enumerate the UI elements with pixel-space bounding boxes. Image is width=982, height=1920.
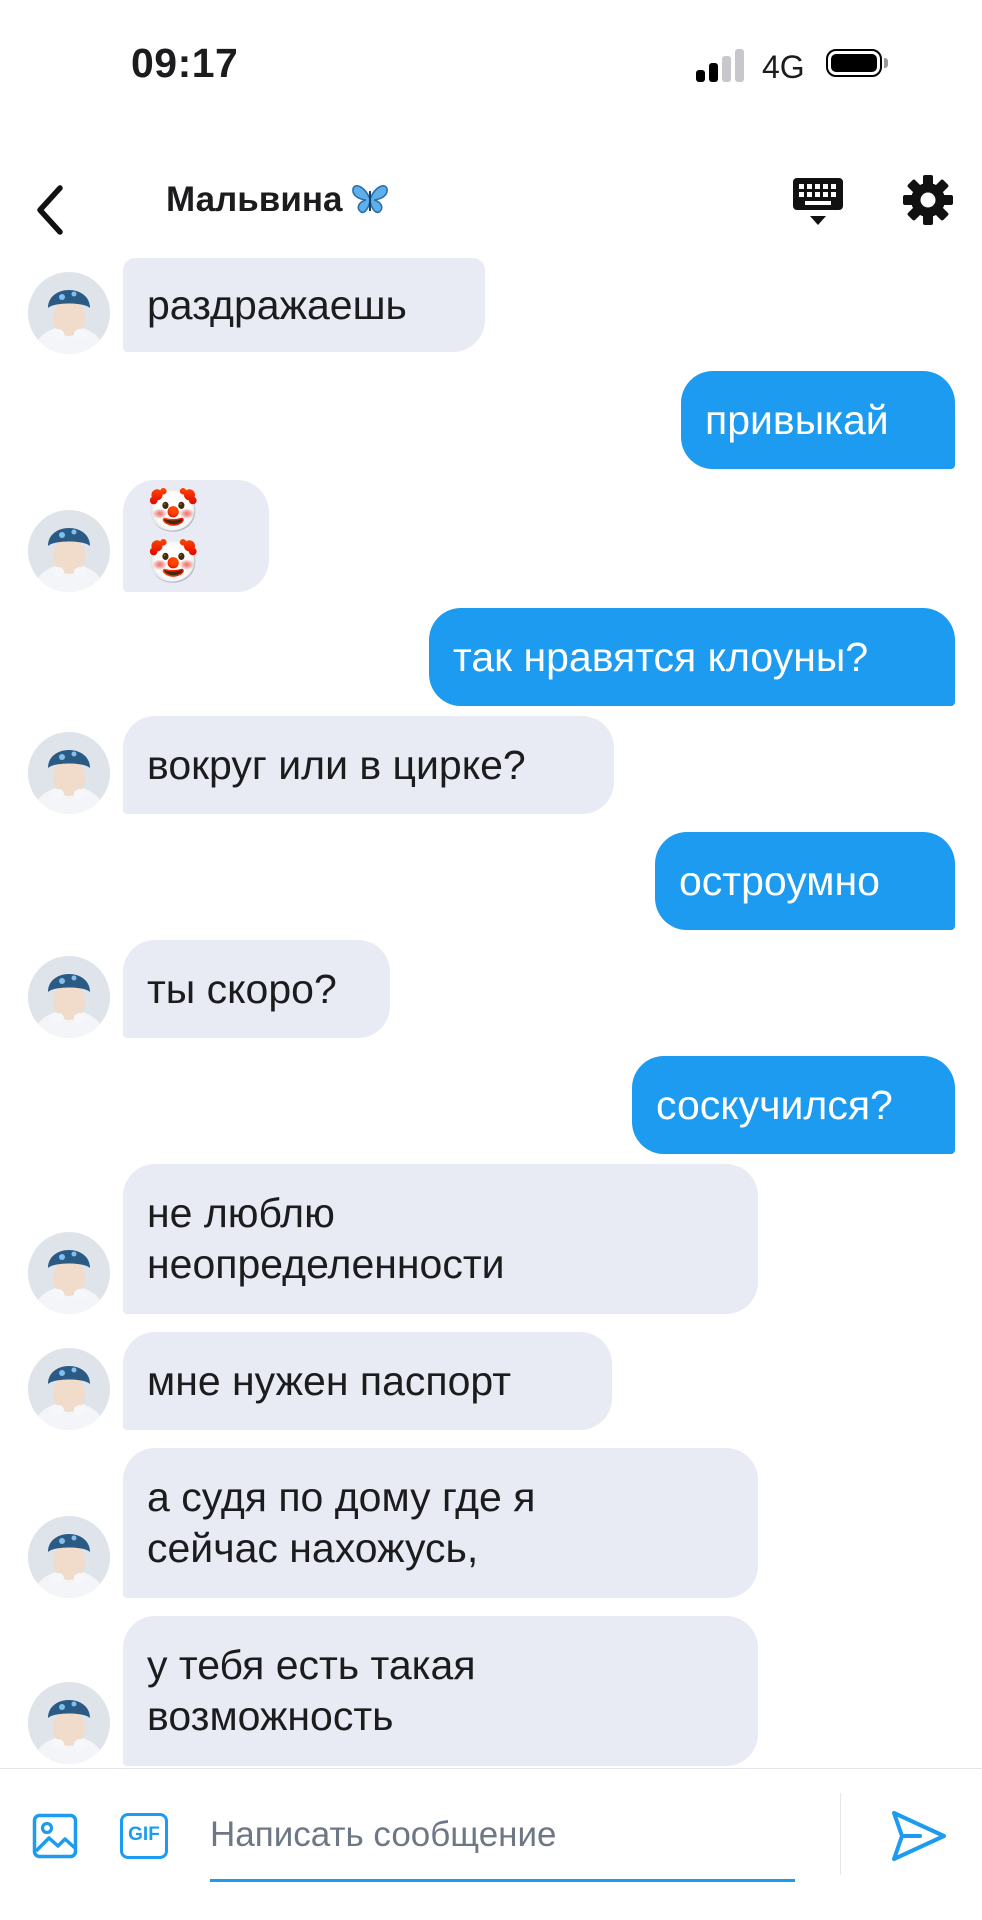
settings-button[interactable] xyxy=(902,174,954,226)
avatar[interactable] xyxy=(28,956,110,1038)
message-composer: GIF xyxy=(0,1768,982,1920)
back-button[interactable] xyxy=(26,172,86,242)
gear-icon xyxy=(903,175,953,225)
message-bubble[interactable]: у тебя есть такая возможность xyxy=(123,1616,758,1766)
avatar[interactable] xyxy=(28,1232,110,1314)
message-bubble[interactable]: мне нужен паспорт xyxy=(123,1332,612,1430)
message-input[interactable] xyxy=(210,1791,795,1882)
contact-name[interactable]: Мальвина xyxy=(166,180,390,226)
message-bubble[interactable]: раздражаешь xyxy=(123,258,485,352)
divider xyxy=(840,1793,841,1875)
message-bubble[interactable]: ты скоро? xyxy=(123,940,390,1038)
message-bubble[interactable]: вокруг или в цирке? xyxy=(123,716,614,814)
message-bubble-outgoing[interactable]: так нравятся клоуны? xyxy=(429,608,955,706)
gif-button[interactable]: GIF xyxy=(120,1813,168,1859)
attach-image-button[interactable] xyxy=(32,1813,78,1859)
butterfly-icon xyxy=(350,181,390,226)
image-icon xyxy=(32,1813,78,1859)
avatar[interactable] xyxy=(28,272,110,354)
avatar[interactable] xyxy=(28,1348,110,1430)
status-bar: 09:17 4G xyxy=(0,0,982,130)
message-bubble-outgoing[interactable]: привыкай xyxy=(681,371,955,469)
avatar[interactable] xyxy=(28,510,110,592)
network-type: 4G xyxy=(762,49,805,85)
avatar[interactable] xyxy=(28,732,110,814)
message-list[interactable]: раздражаешь привыкай 🤡🤡 так нравятся кло… xyxy=(0,258,982,1768)
message-bubble[interactable]: 🤡🤡 xyxy=(123,480,269,592)
contact-name-label: Мальвина xyxy=(166,180,343,219)
send-button[interactable] xyxy=(890,1809,948,1863)
status-time: 09:17 xyxy=(131,40,239,86)
avatar[interactable] xyxy=(28,1682,110,1764)
chat-header: Мальвина xyxy=(0,160,982,250)
battery-icon xyxy=(826,49,890,81)
message-bubble-outgoing[interactable]: соскучился? xyxy=(632,1056,955,1154)
signal-strength-icon xyxy=(696,49,748,82)
keyboard-button[interactable] xyxy=(790,172,846,232)
message-bubble-outgoing[interactable]: остроумно xyxy=(655,832,955,930)
send-icon xyxy=(892,1811,946,1861)
keyboard-icon xyxy=(793,178,843,225)
message-bubble[interactable]: не люблю неопределенности xyxy=(123,1164,758,1314)
message-bubble[interactable]: а судя по дому где я сейчас нахожусь, xyxy=(123,1448,758,1598)
avatar[interactable] xyxy=(28,1516,110,1598)
chevron-left-icon xyxy=(37,185,63,235)
